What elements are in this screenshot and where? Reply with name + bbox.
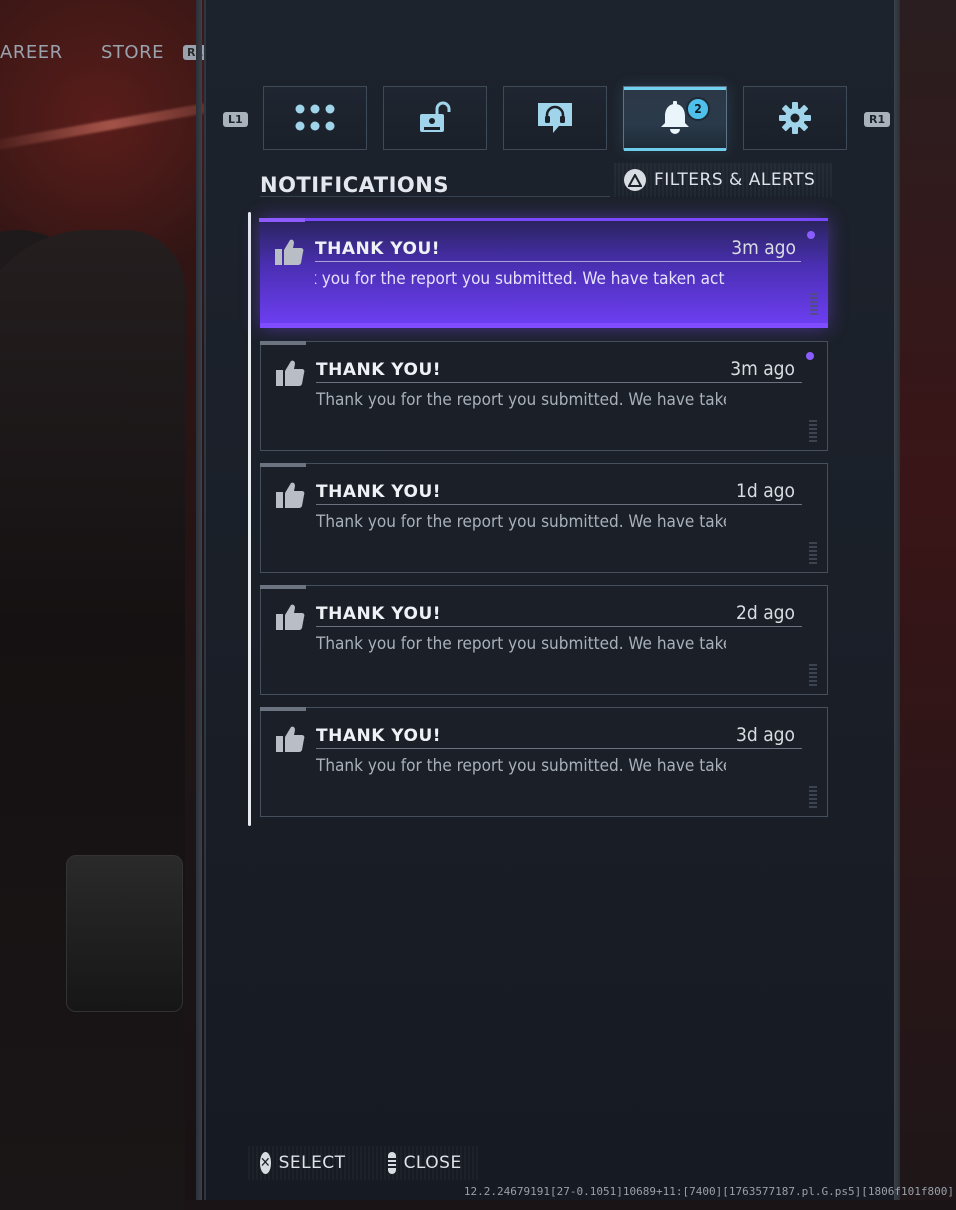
headset-icon (538, 103, 572, 133)
notification-time: 1d ago (736, 480, 795, 502)
card-decoration (810, 293, 818, 315)
tab-settings[interactable] (743, 86, 847, 150)
notification-time: 3d ago (736, 724, 795, 746)
card-divider (316, 748, 802, 749)
nav-store[interactable]: STORE (101, 42, 164, 63)
notification-body: k you for the report you submitted. We h… (315, 269, 725, 289)
thumbs-up-icon (276, 360, 305, 386)
unlock-icon (420, 101, 451, 132)
notification-time: 3m ago (730, 358, 795, 380)
background-right (894, 0, 956, 1200)
close-label[interactable]: CLOSE (404, 1153, 462, 1173)
r1-button-hint-tabs[interactable]: R1 (864, 112, 891, 127)
filters-alerts-label: FILTERS & ALERTS (654, 170, 816, 190)
unread-indicator (807, 231, 815, 239)
card-decoration (809, 664, 817, 686)
tab-unlocks[interactable] (383, 86, 487, 150)
gear-icon (779, 102, 811, 134)
triangle-button-icon (624, 169, 646, 191)
page-title: NOTIFICATIONS (260, 173, 449, 197)
filters-alerts-button[interactable]: FILTERS & ALERTS (614, 163, 832, 197)
card-decoration (809, 420, 817, 442)
notification-body: Thank you for the report you submitted. … (316, 756, 726, 776)
card-divider (316, 382, 802, 383)
card-corner-accent (259, 218, 305, 222)
options-button-icon[interactable] (387, 1152, 396, 1174)
background-scene (0, 0, 239, 1210)
scrollbar[interactable] (248, 212, 251, 826)
card-divider (316, 626, 802, 627)
build-version-string: 12.2.24679191[27-0.1051]10689+11:[7400][… (463, 1185, 954, 1198)
thumbs-up-icon (276, 604, 305, 630)
tab-grid[interactable] (263, 86, 367, 150)
l1-button-hint[interactable]: L1 (223, 112, 248, 127)
card-divider (315, 261, 801, 262)
notification-time: 3m ago (731, 237, 796, 259)
notification-card[interactable]: THANK YOU! 1d ago Thank you for the repo… (260, 463, 828, 573)
card-corner-accent (260, 585, 306, 589)
grid-icon (295, 104, 335, 131)
character-pouch (66, 855, 183, 1012)
notification-card[interactable]: THANK YOU! 3m ago k you for the report y… (259, 218, 828, 328)
notification-title: THANK YOU! (315, 239, 441, 259)
notification-card[interactable]: THANK YOU! 3d ago Thank you for the repo… (260, 707, 828, 817)
header-divider (260, 196, 610, 197)
thumbs-up-icon (276, 482, 305, 508)
notification-card[interactable]: THANK YOU! 3m ago Thank you for the repo… (260, 341, 828, 451)
card-corner-accent (260, 341, 306, 345)
notification-time: 2d ago (736, 602, 795, 624)
notification-body: Thank you for the report you submitted. … (316, 390, 726, 410)
notification-title: THANK YOU! (316, 604, 442, 624)
cross-button-icon[interactable]: ✕ (260, 1152, 271, 1174)
notification-body: Thank you for the report you submitted. … (316, 512, 726, 532)
card-corner-accent (260, 463, 306, 467)
character-figure (0, 230, 185, 1210)
card-decoration (809, 786, 817, 808)
panel-edge-left (196, 0, 202, 1200)
nav-career[interactable]: AREER (0, 42, 63, 63)
thumbs-up-icon (276, 726, 305, 752)
unread-indicator (806, 352, 814, 360)
tab-notifications[interactable]: 2 (623, 86, 727, 151)
footer-controls: ✕ SELECT CLOSE (248, 1146, 478, 1180)
card-divider (316, 504, 802, 505)
card-corner-accent (260, 707, 306, 711)
thumbs-up-icon (275, 239, 304, 265)
notification-count-badge: 2 (686, 97, 710, 121)
notification-body: Thank you for the report you submitted. … (316, 634, 726, 654)
card-decoration (809, 542, 817, 564)
notification-title: THANK YOU! (316, 360, 442, 380)
notification-card[interactable]: THANK YOU! 2d ago Thank you for the repo… (260, 585, 828, 695)
panel-edge-right (894, 0, 900, 1200)
notification-title: THANK YOU! (316, 482, 442, 502)
tab-chat[interactable] (503, 86, 607, 150)
notification-title: THANK YOU! (316, 726, 442, 746)
select-label[interactable]: SELECT (279, 1153, 346, 1173)
